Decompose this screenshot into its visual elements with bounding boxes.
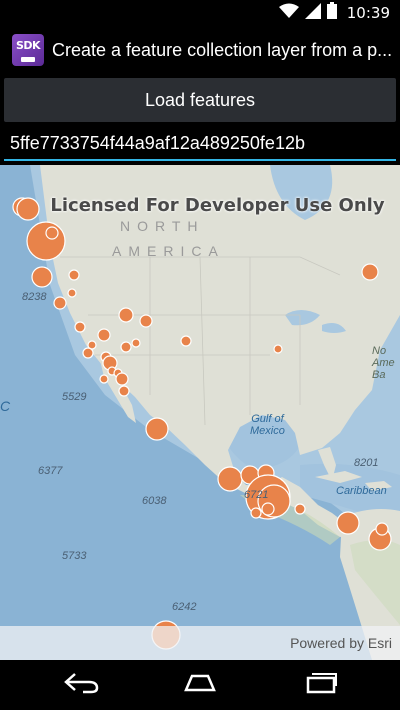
feature-point[interactable] [74,321,86,333]
feature-point[interactable] [180,335,192,347]
feature-point[interactable] [31,266,53,288]
depth-label: 8238 [22,291,47,303]
navigation-bar [0,660,400,710]
home-button[interactable] [170,670,230,700]
feature-point[interactable] [118,307,134,323]
app-icon-label: SDK [15,39,41,52]
feature-point[interactable] [26,221,66,261]
feature-point[interactable] [294,503,306,515]
app-icon-badge [21,57,35,62]
wifi-icon [278,3,299,24]
feature-point[interactable] [139,314,153,328]
developer-watermark: Licensed For Developer Use Only [50,195,385,216]
clock: 10:39 [346,4,390,22]
recents-button[interactable] [290,670,350,700]
app-icon: SDK [12,34,44,66]
continent-label-north: NORTH [120,218,205,234]
load-features-button[interactable]: Load features [4,78,396,122]
signal-icon [304,2,321,24]
app-title: Create a feature collection layer from a… [52,39,393,60]
feature-point[interactable] [120,341,132,353]
feature-point[interactable] [118,385,130,397]
feature-point[interactable] [336,511,360,535]
feature-point[interactable] [45,226,59,240]
feature-point[interactable] [53,296,67,310]
feature-point[interactable] [68,269,80,281]
recents-icon [302,670,338,701]
gulf-of-mexico-label: Gulf of Mexico [250,413,285,437]
depth-label: 5733 [62,550,87,562]
caribbean-label: Caribbean [336,485,387,497]
depth-label: 5529 [62,391,87,403]
feature-point[interactable] [115,372,129,386]
feature-point[interactable] [145,417,169,441]
home-icon [180,672,220,699]
depth-label: 8201 [354,457,379,469]
back-button[interactable] [52,670,112,700]
portal-item-id-input[interactable] [4,127,396,161]
basemap [12,165,400,660]
feature-point[interactable] [217,466,243,492]
depth-label: 6721 [244,489,269,501]
action-bar: SDK Create a feature collection layer fr… [0,25,400,75]
status-icons: 10:39 [278,2,390,24]
depth-label: 6377 [38,465,63,477]
feature-point[interactable] [361,263,379,281]
feature-point[interactable] [375,522,389,536]
attribution-text: Powered by Esri [290,635,392,651]
depth-label: 6242 [172,601,197,613]
edge-label-left: C [0,398,11,414]
controls-panel: Load features [0,75,400,165]
battery-icon [326,2,337,24]
status-bar: 10:39 [0,0,400,25]
feature-point[interactable] [99,374,109,384]
feature-point[interactable] [261,502,275,516]
feature-point[interactable] [273,344,283,354]
map-attribution: Powered by Esri [0,626,400,660]
map-view[interactable]: NORTH AMERICA Gulf of Mexico Caribbean C… [0,165,400,660]
depth-label: 6038 [142,495,167,507]
feature-point[interactable] [67,288,77,298]
feature-point[interactable] [250,507,262,519]
feature-point[interactable] [82,347,94,359]
edge-label-right: No Ame Ba [372,345,395,381]
back-icon [63,672,101,699]
feature-point[interactable] [97,328,111,342]
continent-label-america: AMERICA [112,243,225,259]
feature-point[interactable] [131,338,141,348]
